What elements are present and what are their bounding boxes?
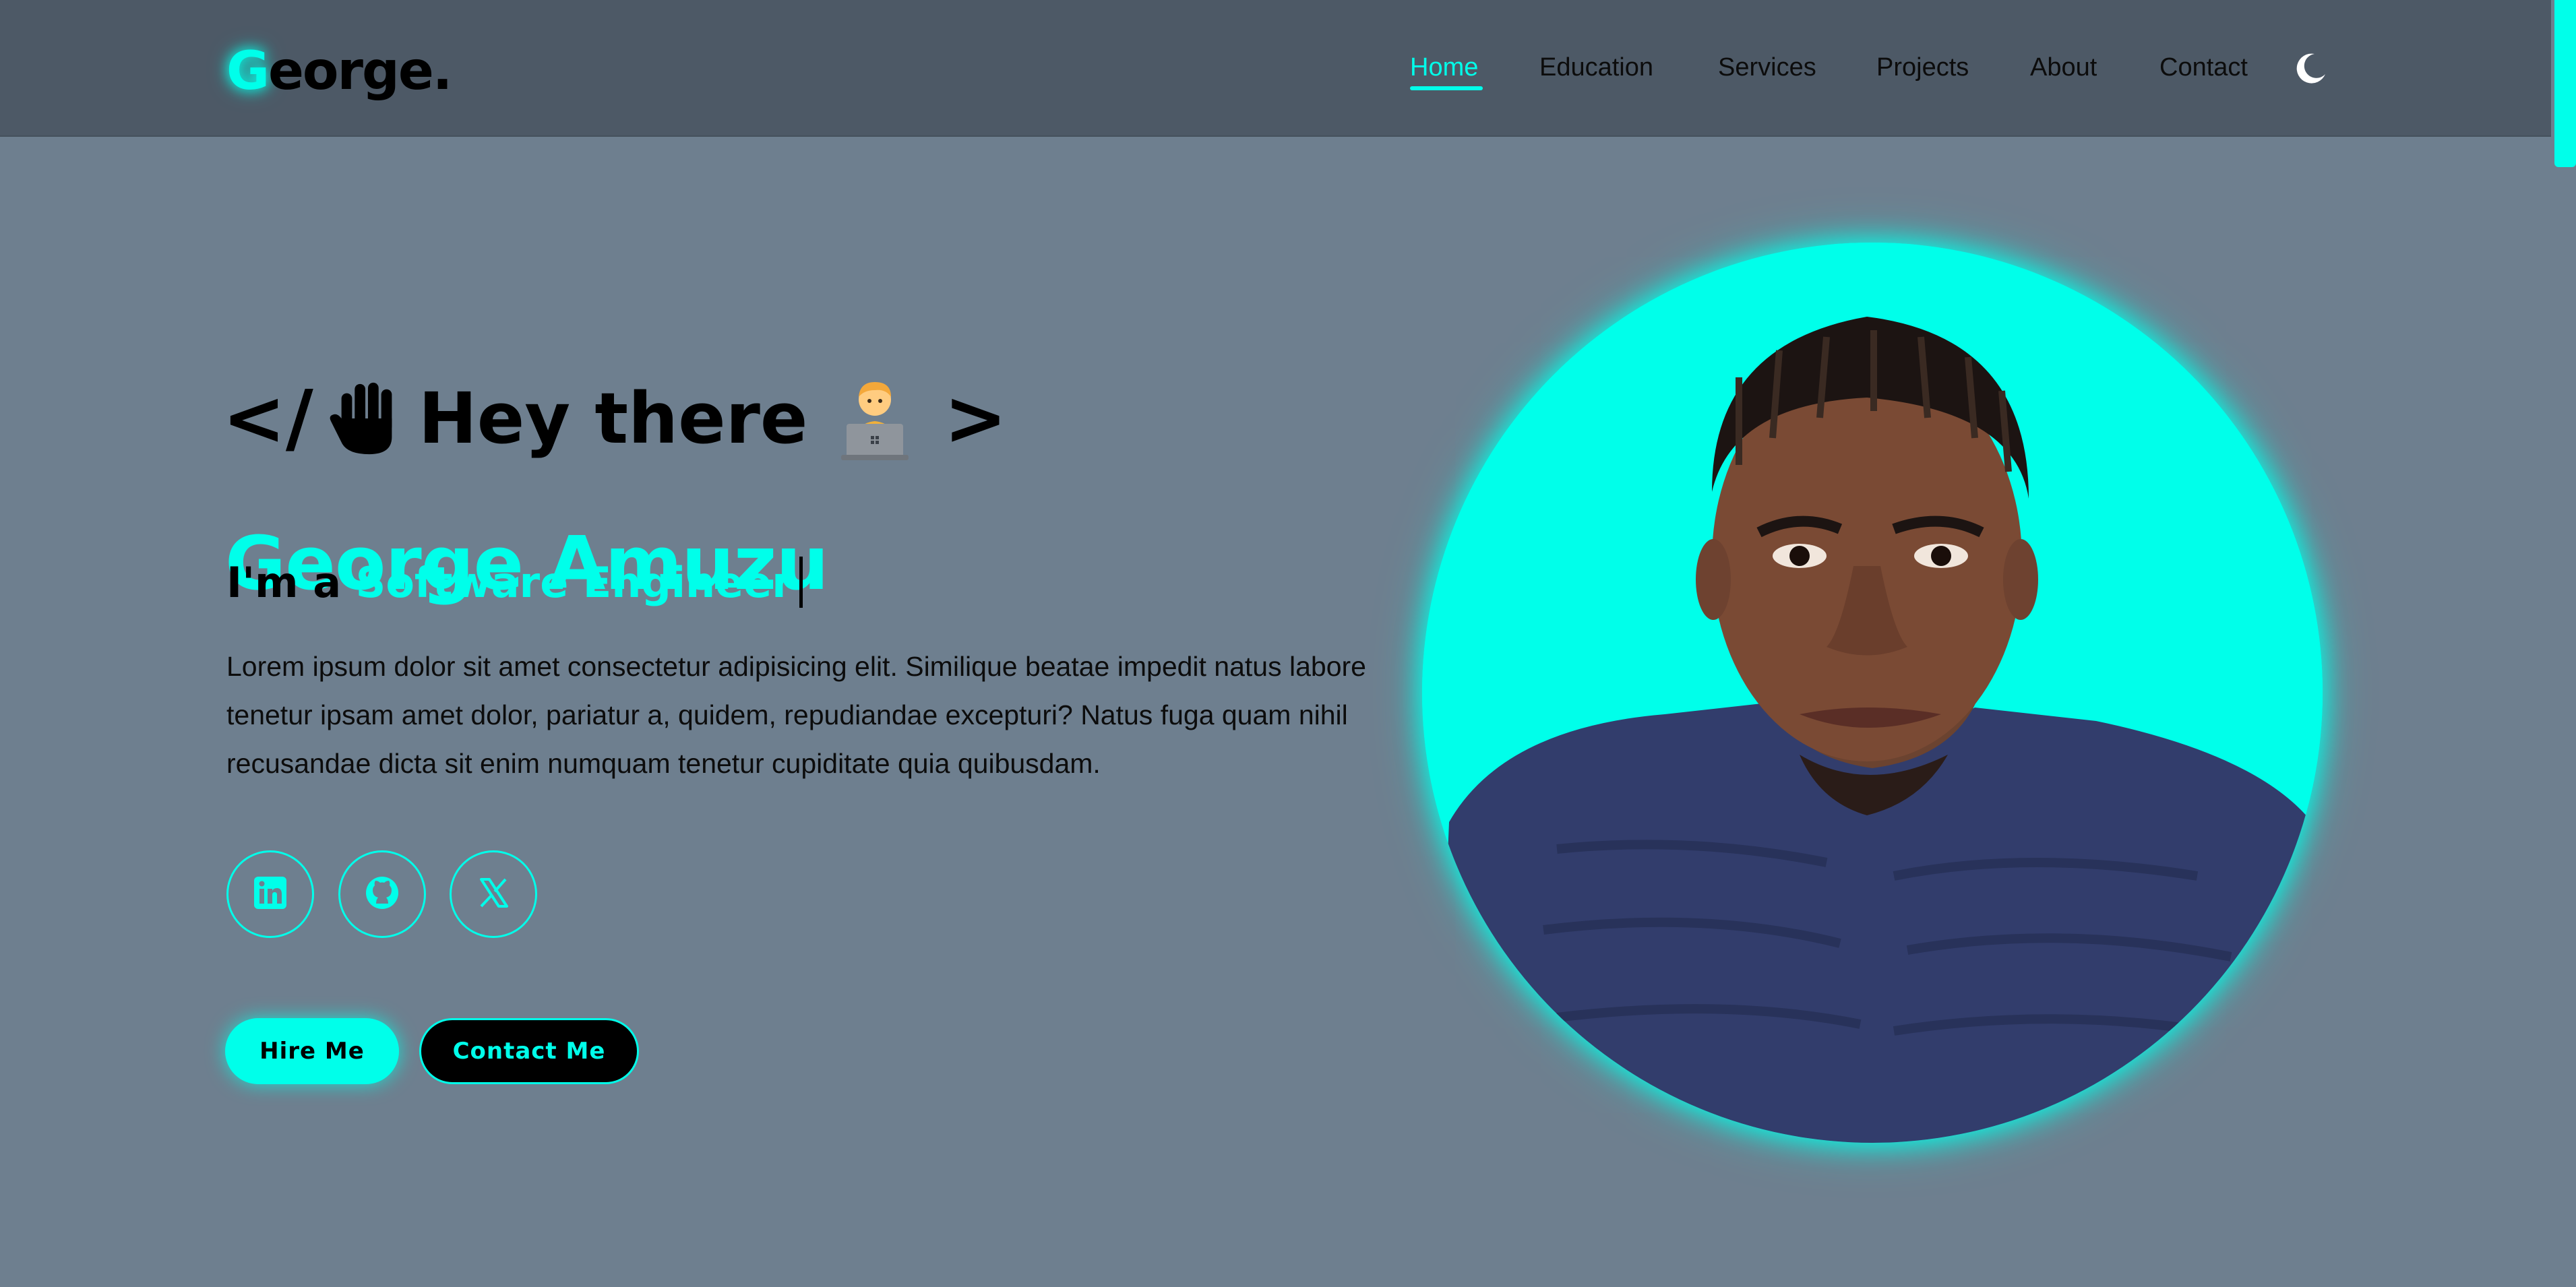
nav-about[interactable]: About <box>2030 49 2097 86</box>
linkedin-button[interactable] <box>226 850 314 938</box>
logo-initial: G <box>226 41 270 102</box>
x-twitter-icon <box>476 875 511 913</box>
nav-projects[interactable]: Projects <box>1876 49 1969 86</box>
hire-me-button[interactable]: Hire Me <box>225 1018 399 1084</box>
nav-home[interactable]: Home <box>1410 49 1478 86</box>
nav-education[interactable]: Education <box>1539 49 1653 86</box>
scrollbar-thumb[interactable] <box>2554 0 2576 167</box>
role-prefix: I'm a <box>226 558 342 607</box>
profile-photo <box>1422 243 2323 1143</box>
nav-active-underline <box>1410 86 1483 90</box>
hero-description: Lorem ipsum dolor sit amet consectetur a… <box>226 651 1366 779</box>
github-icon <box>365 875 400 913</box>
typing-cursor <box>799 556 803 608</box>
logo-text: eorge. <box>268 41 452 102</box>
nav-services[interactable]: Services <box>1718 49 1816 86</box>
hero-greeting: </ Hey there > <box>222 371 1007 466</box>
site-logo[interactable]: George. <box>226 38 452 105</box>
contact-me-button[interactable]: Contact Me <box>419 1018 639 1084</box>
raised-hand-icon <box>327 379 406 458</box>
code-bracket-open: </ <box>222 375 313 463</box>
site-header: George. Home Education Services Projects… <box>0 0 2576 137</box>
nav-contact[interactable]: Contact <box>2159 49 2248 86</box>
hero-role: I'm a Software Engineer <box>226 554 803 612</box>
role-title: Software Engineer <box>355 558 793 607</box>
linkedin-icon <box>253 875 288 913</box>
technologist-icon <box>834 377 915 461</box>
code-bracket-close: > <box>944 375 1008 463</box>
x-twitter-button[interactable] <box>450 850 537 938</box>
github-button[interactable] <box>338 850 426 938</box>
greeting-text: Hey there <box>418 377 808 460</box>
scrollbar-track[interactable] <box>2551 0 2576 1287</box>
moon-icon[interactable] <box>2294 51 2328 85</box>
